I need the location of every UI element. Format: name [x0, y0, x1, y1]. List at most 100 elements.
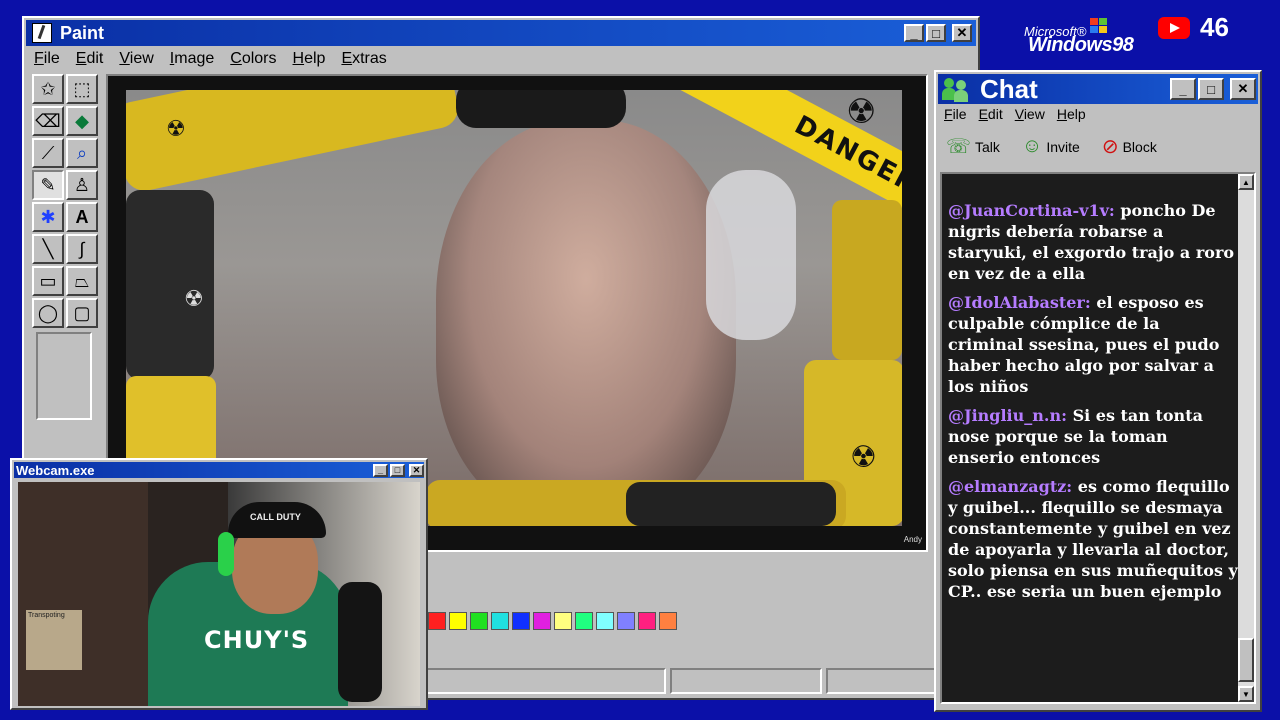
pencil-icon[interactable]: ✎: [32, 170, 64, 200]
curve-tool-icon[interactable]: ∫: [66, 234, 98, 264]
chat-message: @IdolAlabaster: el esposo es culpable có…: [948, 292, 1238, 397]
invite-icon: ☺: [1021, 135, 1043, 157]
palette-color-swatch[interactable]: [449, 612, 467, 630]
palette-color-swatch[interactable]: [554, 612, 572, 630]
talk-icon: ☏: [946, 136, 972, 158]
chat-log[interactable]: @JuanCortina-v1v: poncho De nigris deber…: [940, 172, 1256, 704]
chat-username[interactable]: @IdolAlabaster:: [948, 293, 1091, 312]
eraser-icon[interactable]: ⌫: [32, 106, 64, 136]
webcam-title: Webcam.exe: [16, 462, 95, 478]
radiation-icon: ☢: [166, 116, 186, 141]
shirt-text: CHUY'S: [204, 626, 310, 654]
viewer-counter: 46: [1158, 12, 1229, 43]
paint-titlebar[interactable]: Paint _ □ ✕: [26, 20, 976, 46]
paint-menu-file[interactable]: File: [34, 50, 60, 68]
palette-color-swatch[interactable]: [638, 612, 656, 630]
line-tool-icon[interactable]: ╲: [32, 234, 64, 264]
talk-button[interactable]: ☏ Talk: [946, 134, 1000, 159]
barrel-right-stack: [832, 200, 902, 360]
palette-color-swatch[interactable]: [533, 612, 551, 630]
chat-scrollbar[interactable]: ▲ ▼: [1238, 174, 1254, 702]
color-picker-icon[interactable]: ⟋: [32, 138, 64, 168]
webcam-window: Webcam.exe _ □ ✕ Transpoting CHUY'S CALL…: [10, 458, 428, 710]
rectangle-tool-icon[interactable]: ▭: [32, 266, 64, 296]
chat-window: Chat _ □ ✕ File Edit View Help ☏ Talk ☺ Inv…: [934, 70, 1262, 712]
minimize-button[interactable]: _: [373, 463, 388, 477]
close-button[interactable]: ✕: [409, 463, 424, 477]
palette-color-swatch[interactable]: [512, 612, 530, 630]
text-tool-icon[interactable]: A: [66, 202, 98, 232]
palette-color-swatch[interactable]: [659, 612, 677, 630]
talk-label: Talk: [975, 138, 1000, 155]
magnifier-icon[interactable]: ⌕: [66, 138, 98, 168]
paint-title: Paint: [60, 22, 105, 43]
palette-color-swatch[interactable]: [596, 612, 614, 630]
maximize-button[interactable]: □: [390, 463, 405, 477]
chat-username[interactable]: @Jingliu_n.n:: [948, 406, 1067, 425]
radiation-icon: ☢: [850, 441, 877, 474]
scroll-up-button[interactable]: ▲: [1238, 174, 1254, 190]
cap: CALL DUTY: [228, 502, 326, 538]
windows-flag-icon: [1090, 18, 1108, 34]
paint-menu-image[interactable]: Image: [170, 50, 214, 68]
invite-label: Invite: [1046, 138, 1080, 155]
free-select-icon[interactable]: ✩: [32, 74, 64, 104]
ellipse-tool-icon[interactable]: ◯: [32, 298, 64, 328]
chat-username[interactable]: @JuanCortina-v1v:: [948, 201, 1115, 220]
paint-menu-help[interactable]: Help: [293, 50, 326, 68]
headset: [218, 532, 234, 576]
block-icon: ⊘: [1101, 136, 1119, 158]
scroll-down-button[interactable]: ▼: [1238, 686, 1254, 702]
barrel-bottom-black: [626, 482, 836, 526]
paint-menu-colors[interactable]: Colors: [230, 50, 276, 68]
chat-message: @JuanCortina-v1v: poncho De nigris deber…: [948, 200, 1238, 284]
viewer-count: 46: [1200, 12, 1229, 42]
chat-username[interactable]: @elmanzagtz:: [948, 477, 1072, 496]
rounded-rect-tool-icon[interactable]: ▢: [66, 298, 98, 328]
chat-titlebar[interactable]: Chat _ □ ✕: [938, 74, 1258, 104]
shelf-left: [18, 482, 148, 706]
chat-menu-edit[interactable]: Edit: [979, 106, 1003, 122]
palette-color-swatch[interactable]: [491, 612, 509, 630]
headphones: [706, 170, 796, 340]
logo-windows98-text: Windows98: [1028, 34, 1134, 56]
tool-options-box[interactable]: [36, 332, 92, 420]
poster-text: Transpoting: [28, 612, 65, 619]
chat-menu-help[interactable]: Help: [1057, 106, 1086, 122]
close-button[interactable]: ✕: [952, 24, 972, 42]
chat-menu-file[interactable]: File: [944, 106, 967, 122]
close-button[interactable]: ✕: [1230, 78, 1256, 100]
minimize-button[interactable]: _: [1170, 78, 1196, 100]
chat-message-list: @JuanCortina-v1v: poncho De nigris deber…: [948, 200, 1238, 610]
maximize-button[interactable]: □: [926, 24, 946, 42]
palette-color-swatch[interactable]: [428, 612, 446, 630]
palette-color-swatch[interactable]: [575, 612, 593, 630]
chat-title: Chat: [980, 73, 1038, 104]
rect-select-icon[interactable]: ⬚: [66, 74, 98, 104]
barrel-left-black: [126, 190, 214, 380]
streamer-face: [436, 120, 736, 520]
chat-menu-view[interactable]: View: [1015, 106, 1045, 122]
radiation-icon: ☢: [846, 93, 877, 131]
paint-app-icon: [32, 23, 52, 43]
airbrush-icon[interactable]: ✱: [32, 202, 64, 232]
minimize-button[interactable]: _: [904, 24, 924, 42]
paint-menu-edit[interactable]: Edit: [76, 50, 104, 68]
fill-bucket-icon[interactable]: ◆: [66, 106, 98, 136]
palette-color-swatch[interactable]: [617, 612, 635, 630]
chat-message: @elmanzagtz: es como flequillo y guibel.…: [948, 476, 1238, 602]
palette-color-swatch[interactable]: [470, 612, 488, 630]
maximize-button[interactable]: □: [1198, 78, 1224, 100]
block-button[interactable]: ⊘ Block: [1102, 134, 1157, 159]
barrel-top-center: [456, 90, 626, 128]
brush-icon[interactable]: ♙: [66, 170, 98, 200]
polygon-tool-icon[interactable]: ⏢: [66, 266, 98, 296]
invite-button[interactable]: ☺ Invite: [1022, 135, 1080, 158]
poster: Transpoting: [26, 610, 82, 670]
radiation-icon: ☢: [184, 286, 204, 311]
scroll-thumb[interactable]: [1238, 638, 1254, 682]
chat-toolbar: ☏ Talk ☺ Invite ⊘ Block: [946, 134, 1157, 159]
paint-menu-extras[interactable]: Extras: [341, 50, 386, 68]
webcam-titlebar[interactable]: Webcam.exe _ □ ✕: [14, 462, 424, 478]
paint-menu-view[interactable]: View: [119, 50, 153, 68]
